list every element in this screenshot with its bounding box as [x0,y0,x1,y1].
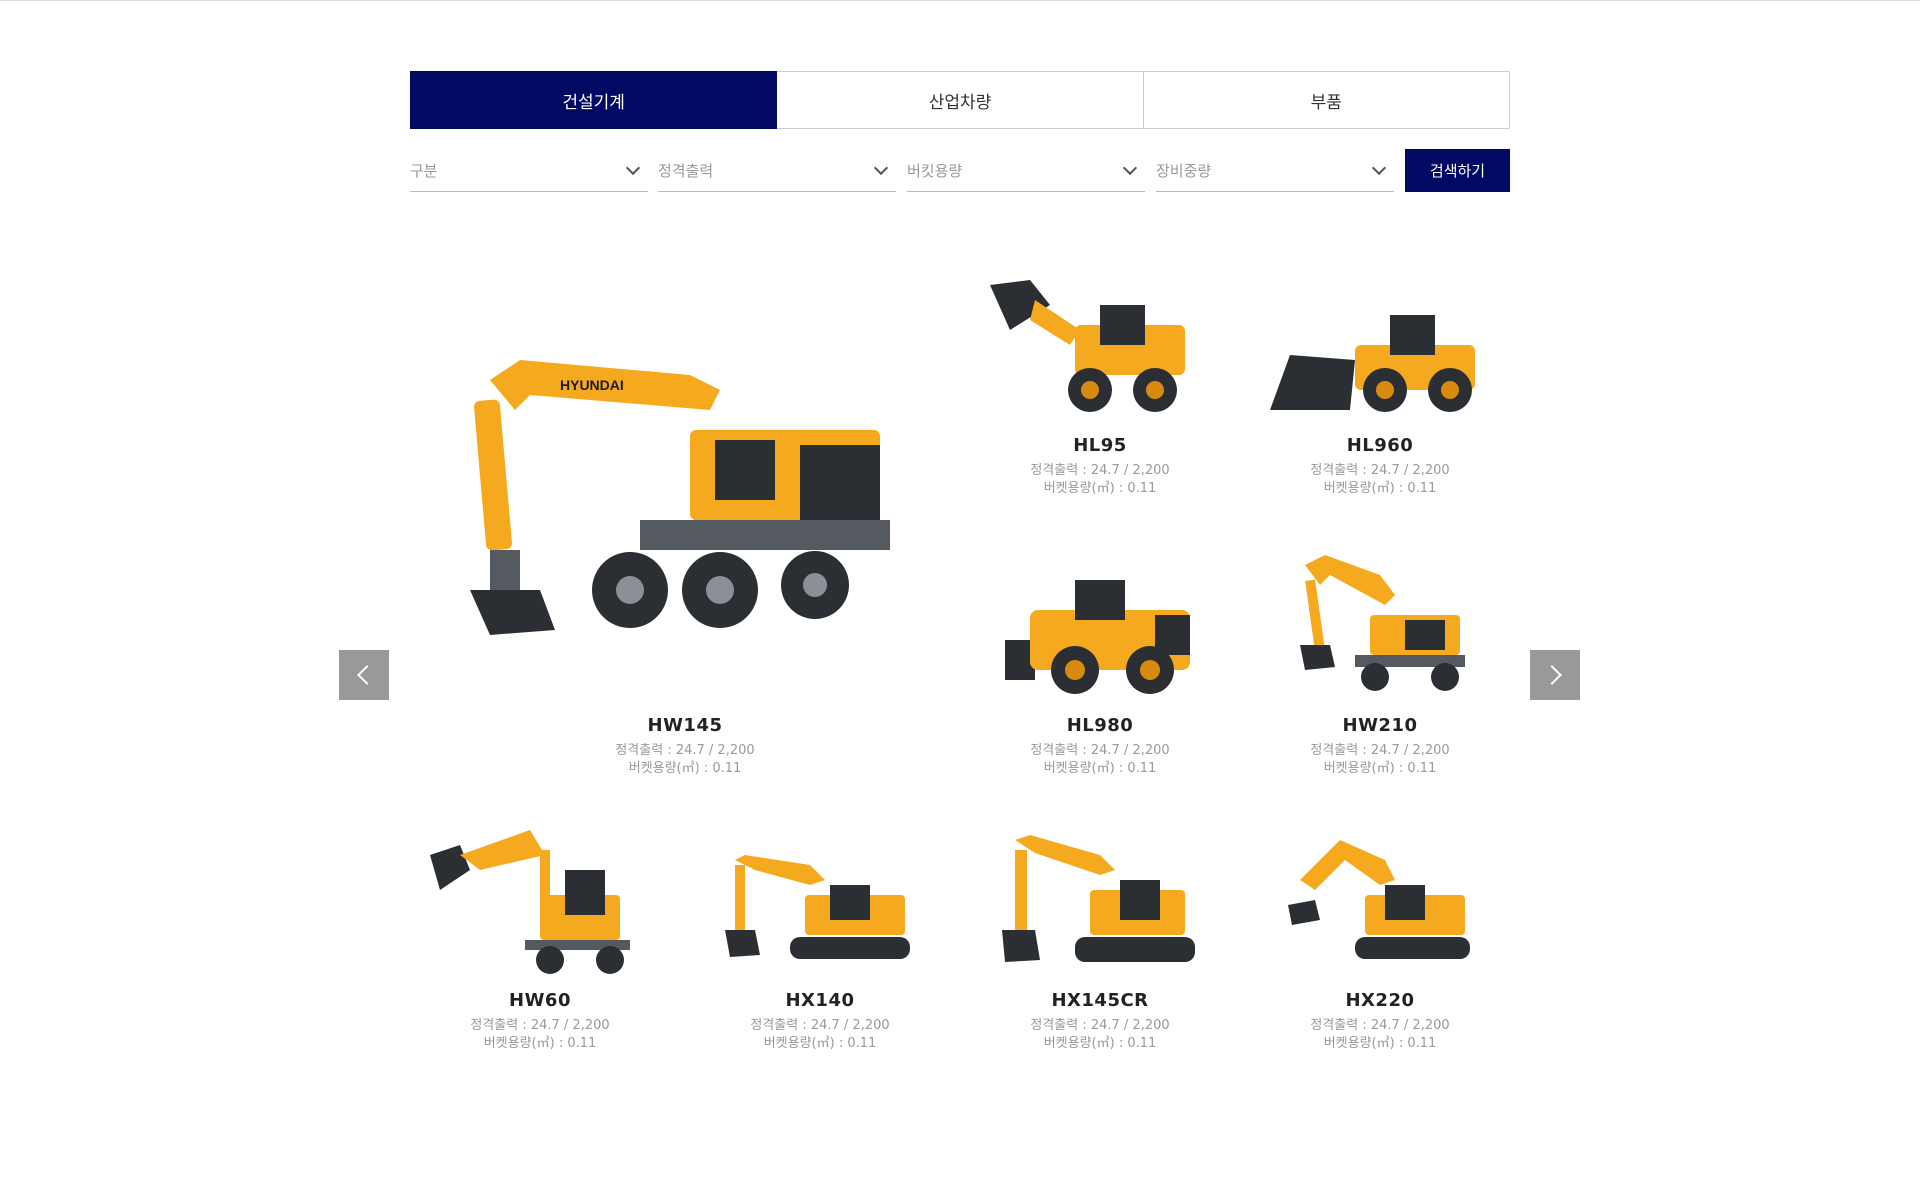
product-bucket: 버켓용량(㎥) : 0.11 [628,761,742,776]
product-output: 정격출력 : 24.7 / 2,200 [615,743,755,758]
product-bucket: 버켓용량(㎥) : 0.11 [1043,1036,1157,1051]
product-output: 정격출력 : 24.7 / 2,200 [1030,1018,1170,1033]
power-select-label: 정격출력 [658,161,714,180]
weight-select[interactable]: 장비중량 [1156,149,1394,192]
product-name: HX140 [785,990,855,1011]
chevron-down-icon [1371,160,1387,175]
chevron-right-icon [1542,665,1562,685]
product-bucket: 버켓용량(㎥) : 0.11 [763,1036,877,1051]
product-output: 정격출력 : 24.7 / 2,200 [1310,1018,1450,1033]
product-output: 정격출력 : 24.7 / 2,200 [1310,743,1450,758]
product-card-hw210[interactable]: HW210 정격출력 : 24.7 / 2,200 버켓용량(㎥) : 0.11 [1270,555,1490,785]
product-name: HL960 [1346,435,1414,456]
category-select[interactable]: 구분 [410,149,648,192]
crawler-excavator-image [725,855,910,959]
product-card-hx220[interactable]: HX220 정격출력 : 24.7 / 2,200 버켓용량(㎥) : 0.11 [1270,825,1490,1055]
search-button[interactable]: 검색하기 [1405,149,1510,192]
category-tabs: 건설기계 산업차량 부품 [410,71,1510,129]
product-name: HW60 [509,990,571,1011]
tab-construction[interactable]: 건설기계 [410,71,778,129]
bucket-select[interactable]: 버킷용량 [907,149,1145,192]
product-card-hl95[interactable]: HL95 정격출력 : 24.7 / 2,200 버켓용량(㎥) : 0.11 [990,275,1210,505]
product-card-hl960[interactable]: HL960 정격출력 : 24.7 / 2,200 버켓용량(㎥) : 0.11 [1270,275,1490,505]
product-output: 정격출력 : 24.7 / 2,200 [470,1018,610,1033]
product-output: 정격출력 : 24.7 / 2,200 [1310,463,1450,478]
product-name: HW210 [1342,715,1418,736]
category-select-label: 구분 [410,161,438,180]
chevron-down-icon [873,160,889,175]
product-card-hw60[interactable]: HW60 정격출력 : 24.7 / 2,200 버켓용량(㎥) : 0.11 [430,825,650,1055]
product-card-hx140[interactable]: HX140 정격출력 : 24.7 / 2,200 버켓용량(㎥) : 0.11 [710,825,930,1055]
product-bucket: 버켓용량(㎥) : 0.11 [1323,481,1437,496]
prev-slide-button[interactable] [339,650,389,700]
product-output: 정격출력 : 24.7 / 2,200 [1030,743,1170,758]
power-select[interactable]: 정격출력 [658,149,896,192]
filter-bar: 구분 정격출력 버킷용량 장비중량 검색하기 [410,149,1510,192]
product-name: HX220 [1345,990,1415,1011]
crawler-excavator-image [1288,840,1470,959]
next-slide-button[interactable] [1530,650,1580,700]
product-bucket: 버켓용량(㎥) : 0.11 [1323,1036,1437,1051]
wheeled-excavator-image: HYUNDAI [470,360,890,635]
product-name: HX145CR [1051,990,1149,1011]
chevron-left-icon [357,665,377,685]
product-bucket: 버켓용량(㎥) : 0.11 [1043,481,1157,496]
top-divider [0,0,1920,1]
wheel-loader-image [1270,315,1475,412]
product-card-hl980[interactable]: HL980 정격출력 : 24.7 / 2,200 버켓용량(㎥) : 0.11 [990,555,1210,785]
crawler-excavator-image [1002,835,1195,962]
product-card-hx145cr[interactable]: HX145CR 정격출력 : 24.7 / 2,200 버켓용량(㎥) : 0.… [990,825,1210,1055]
weight-select-label: 장비중량 [1156,161,1212,180]
product-bucket: 버켓용량(㎥) : 0.11 [1323,761,1437,776]
product-name: HW145 [647,715,723,736]
tab-parts[interactable]: 부품 [1143,71,1510,129]
machine-brand: HYUNDAI [560,377,624,393]
tab-industrial[interactable]: 산업차량 [777,71,1144,129]
chevron-down-icon [1122,160,1138,175]
bucket-select-label: 버킷용량 [907,161,963,180]
wheeled-excavator-image [430,830,630,974]
wheel-loader-image [990,280,1185,412]
product-bucket: 버켓용량(㎥) : 0.11 [483,1036,597,1051]
product-name: HL95 [1073,435,1127,456]
product-output: 정격출력 : 24.7 / 2,200 [1030,463,1170,478]
product-name: HL980 [1066,715,1134,736]
chevron-down-icon [625,160,641,175]
wheeled-excavator-image [1300,555,1465,691]
wheel-loader-image [1005,580,1190,694]
product-output: 정격출력 : 24.7 / 2,200 [750,1018,890,1033]
product-bucket: 버켓용량(㎥) : 0.11 [1043,761,1157,776]
